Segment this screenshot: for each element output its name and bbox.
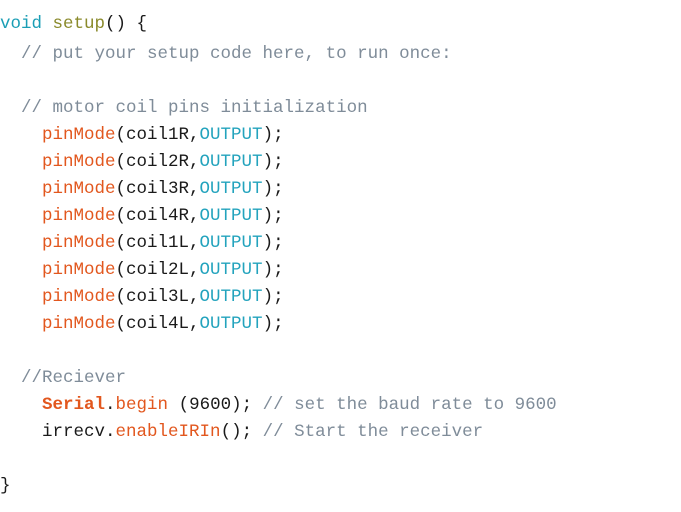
code-token-call: enableIRIn: [115, 422, 221, 442]
code-token-call: pinMode: [42, 287, 116, 307]
code-line[interactable]: pinMode(coil4L,OUTPUT);: [0, 311, 681, 338]
code-line[interactable]: // put your setup code here, to run once…: [0, 41, 681, 68]
code-token-call: pinMode: [42, 206, 116, 226]
code-token-function: setup: [52, 14, 106, 34]
code-line[interactable]: pinMode(coil2L,OUTPUT);: [0, 257, 681, 284]
code-token-call: pinMode: [42, 314, 116, 334]
code-token-call: pinMode: [42, 260, 116, 280]
code-token-plain: (coil2R,: [115, 152, 200, 172]
code-token-number: 9600: [189, 395, 232, 415]
code-token-plain: irrecv: [42, 422, 106, 442]
code-token-plain: );: [262, 314, 284, 334]
code-token-plain: );: [262, 260, 284, 280]
code-token-constant: OUTPUT: [199, 314, 263, 334]
code-token-plain: );: [262, 179, 284, 199]
code-token-plain: (coil4L,: [115, 314, 200, 334]
code-token-constant: OUTPUT: [199, 179, 263, 199]
code-line[interactable]: pinMode(coil2R,OUTPUT);: [0, 149, 681, 176]
code-line-blank[interactable]: [0, 338, 681, 365]
code-token-plain: (: [168, 395, 190, 415]
code-token-plain: );: [262, 233, 284, 253]
code-token-constant: OUTPUT: [199, 152, 263, 172]
code-token-plain: );: [262, 206, 284, 226]
code-token-plain: );: [231, 395, 263, 415]
code-token-plain: (coil4R,: [115, 206, 200, 226]
code-line[interactable]: pinMode(coil1R,OUTPUT);: [0, 122, 681, 149]
code-line[interactable]: }: [0, 473, 681, 500]
code-token-plain: );: [262, 125, 284, 145]
code-line[interactable]: void setup() {: [0, 0, 681, 41]
code-token-call: pinMode: [42, 233, 116, 253]
code-token-call: pinMode: [42, 152, 116, 172]
code-line-blank[interactable]: [0, 446, 681, 473]
code-token-constant: OUTPUT: [199, 260, 263, 280]
code-token-plain: (coil3R,: [115, 179, 200, 199]
code-token-plain: (coil1R,: [115, 125, 200, 145]
code-token-plain: );: [262, 287, 284, 307]
code-token-plain: .: [105, 422, 116, 442]
code-listing: void setup() { // put your setup code he…: [0, 0, 681, 512]
code-line[interactable]: //Reciever: [0, 365, 681, 392]
code-line[interactable]: irrecv.enableIRIn(); // Start the receiv…: [0, 419, 681, 446]
code-token-comment: // put your setup code here, to run once…: [21, 44, 452, 64]
code-token-call: begin: [115, 395, 169, 415]
code-token-plain: ();: [220, 422, 263, 442]
code-line[interactable]: pinMode(coil3L,OUTPUT);: [0, 284, 681, 311]
code-line[interactable]: pinMode(coil1L,OUTPUT);: [0, 230, 681, 257]
code-line[interactable]: Serial.begin (9600); // set the baud rat…: [0, 392, 681, 419]
code-line[interactable]: pinMode(coil3R,OUTPUT);: [0, 176, 681, 203]
code-token-keyword: void: [0, 14, 43, 34]
code-token-object: Serial: [42, 395, 106, 415]
code-line[interactable]: // motor coil pins initialization: [0, 95, 681, 122]
code-token-plain: (coil1L,: [115, 233, 200, 253]
code-token-plain: () {: [105, 14, 148, 34]
code-token-plain: .: [105, 395, 116, 415]
code-token-constant: OUTPUT: [199, 206, 263, 226]
code-token-plain: );: [262, 152, 284, 172]
code-token-constant: OUTPUT: [199, 287, 263, 307]
code-token-plain: (coil3L,: [115, 287, 200, 307]
code-token-constant: OUTPUT: [199, 233, 263, 253]
code-token-call: pinMode: [42, 125, 116, 145]
code-token-plain: }: [0, 476, 11, 496]
code-token-comment: // set the baud rate to 9600: [262, 395, 557, 415]
code-token-comment: // Start the receiver: [262, 422, 484, 442]
code-token-comment: // motor coil pins initialization: [21, 98, 368, 118]
code-line-blank[interactable]: [0, 68, 681, 95]
code-line[interactable]: pinMode(coil4R,OUTPUT);: [0, 203, 681, 230]
code-token-constant: OUTPUT: [199, 125, 263, 145]
code-token-plain: (coil2L,: [115, 260, 200, 280]
code-token-comment: //Reciever: [21, 368, 127, 388]
code-token-call: pinMode: [42, 179, 116, 199]
